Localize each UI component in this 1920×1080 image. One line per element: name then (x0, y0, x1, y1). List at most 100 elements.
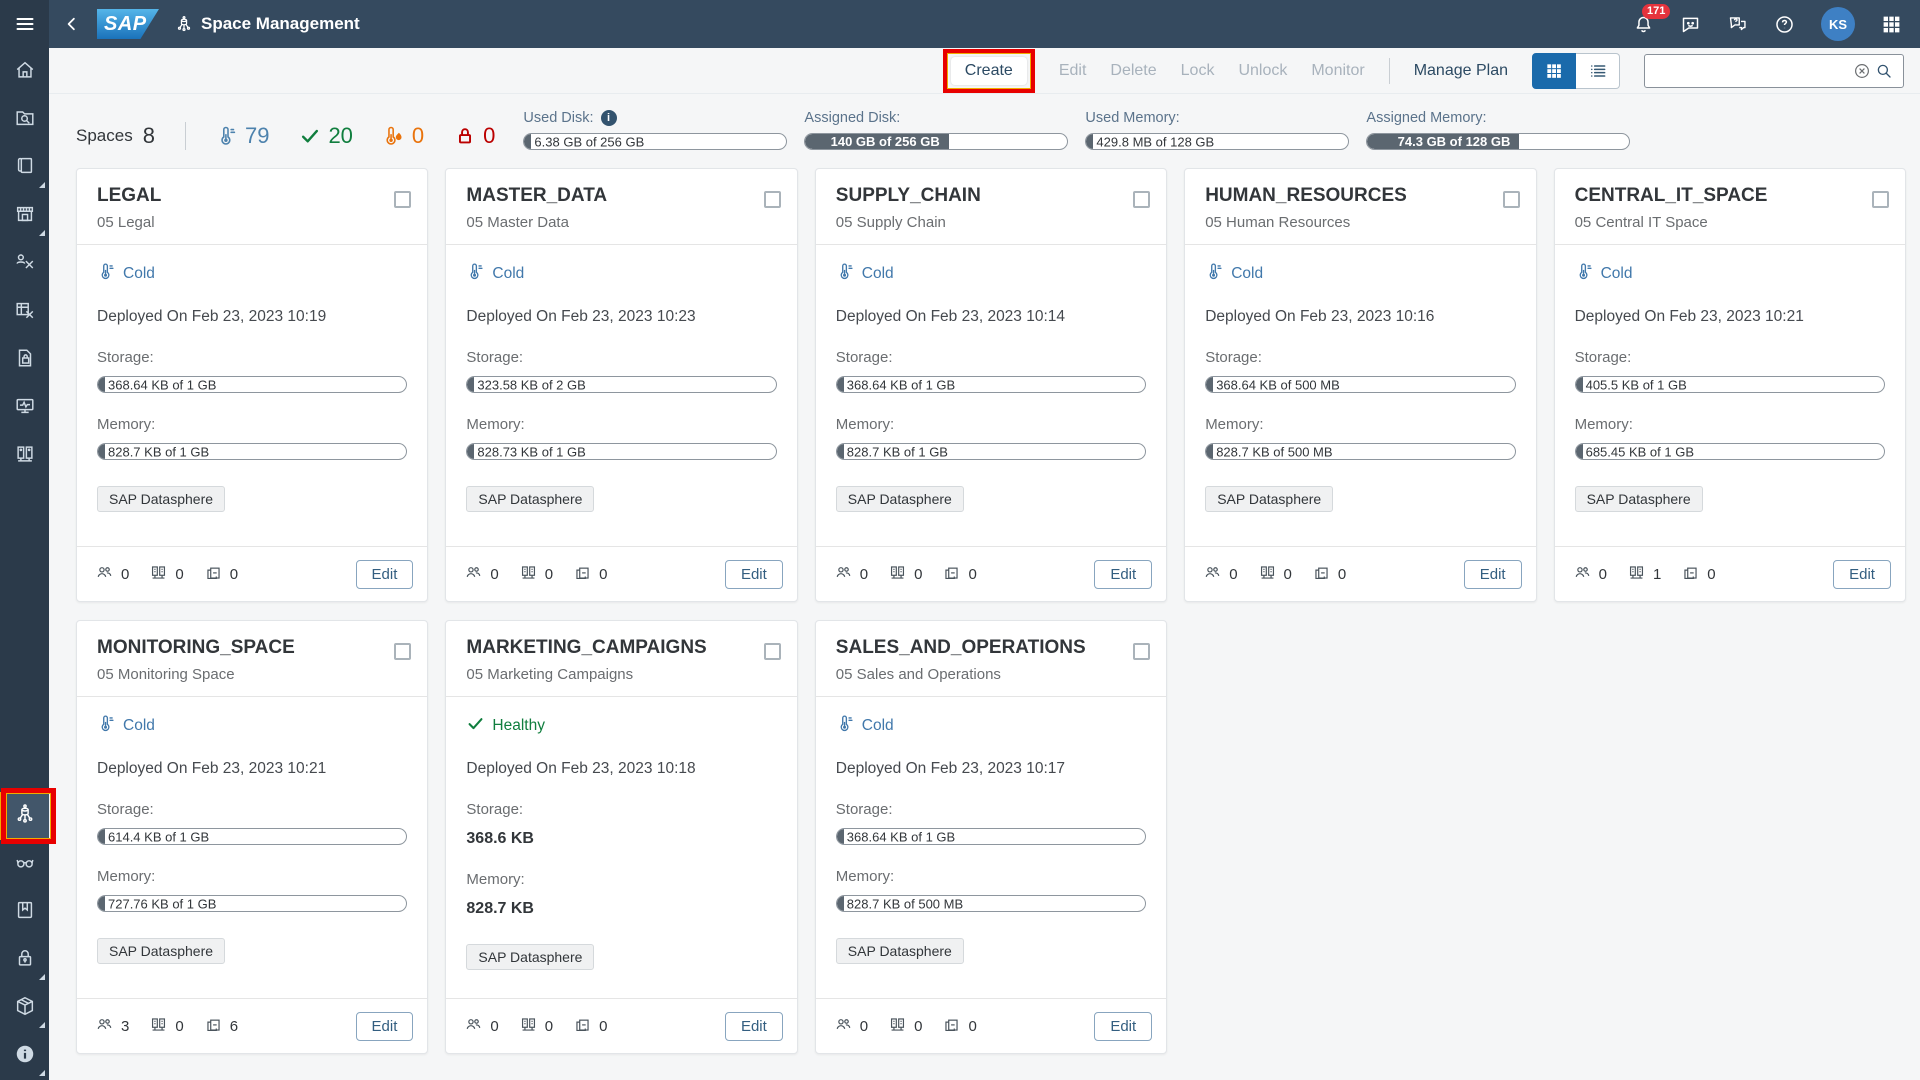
edit-space-button[interactable]: Edit (1094, 560, 1152, 589)
card-footer: 000Edit (1185, 546, 1535, 601)
sidebar-item-space-management[interactable] (0, 792, 49, 840)
menu-hamburger-icon[interactable] (0, 0, 49, 48)
space-description: 05 Central IT Space (1575, 214, 1768, 231)
card-body: ColdDeployed On Feb 23, 2023 10:19Storag… (77, 245, 427, 546)
space-description: 05 Monitoring Space (97, 666, 295, 683)
sidebar-item-transport[interactable] (0, 984, 49, 1032)
sidebar-item-business-builder[interactable] (0, 240, 49, 288)
usage-value: 828.7 KB of 500 MB (1216, 444, 1332, 459)
thermometer-cold-icon (97, 262, 116, 286)
list-view-icon[interactable] (1576, 53, 1620, 89)
card-footer: 306Edit (77, 998, 427, 1053)
space-select-checkbox[interactable] (1872, 191, 1889, 208)
usage-value: 368.6 KB (466, 830, 776, 848)
sidebar-item-data-consumption[interactable] (0, 840, 49, 888)
thermometer-cold-icon (216, 125, 238, 147)
space-name: SALES_AND_OPERATIONS (836, 637, 1086, 659)
bell-icon[interactable]: 171 (1633, 14, 1654, 35)
edit-space-button[interactable]: Edit (725, 1012, 783, 1041)
space-select-checkbox[interactable] (764, 643, 781, 660)
status-cold: Cold (836, 262, 1146, 286)
monitor-button[interactable]: Monitor (1311, 62, 1364, 80)
space-select-checkbox[interactable] (1503, 191, 1520, 208)
space-select-checkbox[interactable] (1133, 643, 1150, 660)
sidebar-item-about[interactable] (0, 1032, 49, 1080)
sidebar-item-repository-search[interactable] (0, 96, 49, 144)
sidebar-item-content-library[interactable] (0, 888, 49, 936)
search-input[interactable] (1653, 62, 1851, 79)
create-button[interactable]: Create (951, 57, 1027, 85)
app-launcher-icon[interactable] (1881, 14, 1902, 35)
sidebar-item-data-builder[interactable] (0, 288, 49, 336)
edit-space-button[interactable]: Edit (356, 560, 414, 589)
space-name: HUMAN_RESOURCES (1205, 185, 1407, 207)
count-connections: 0 (1312, 563, 1346, 586)
count-database-users: 0 (888, 563, 922, 586)
manage-plan-button[interactable]: Manage Plan (1414, 62, 1508, 80)
space-counters: Spaces 8 79 20 0 0 (76, 122, 495, 150)
chat-feedback-icon[interactable] (1680, 14, 1701, 35)
delete-button[interactable]: Delete (1110, 62, 1156, 80)
unlock-button[interactable]: Unlock (1238, 62, 1287, 80)
count-value: 0 (175, 566, 183, 583)
card-header: MARKETING_CAMPAIGNS05 Marketing Campaign… (446, 621, 796, 697)
quota-value: 6.38 GB of 256 GB (534, 134, 644, 149)
avatar[interactable]: KS (1821, 7, 1855, 41)
quota-label: Assigned Memory: (1366, 110, 1486, 126)
sidebar-item-connections[interactable] (0, 432, 49, 480)
main-column: SAP Space Management 171 KS (49, 0, 1920, 1080)
lock-button[interactable]: Lock (1181, 62, 1215, 80)
grid-view-icon[interactable] (1532, 53, 1576, 89)
status-label: Cold (492, 265, 524, 283)
usage-value: 828.7 KB (466, 900, 776, 918)
back-icon[interactable] (63, 15, 81, 33)
usage-value: 323.58 KB of 2 GB (477, 377, 585, 392)
sidebar-item-home[interactable] (0, 48, 49, 96)
count-connections: 6 (204, 1015, 238, 1038)
search-icon[interactable] (1873, 60, 1895, 82)
page-title: Space Management (201, 14, 360, 34)
discussion-icon[interactable] (1727, 14, 1748, 35)
sidebar-item-catalog[interactable] (0, 144, 49, 192)
view-toggle-group (1532, 53, 1620, 89)
edit-space-button[interactable]: Edit (1833, 560, 1891, 589)
space-select-checkbox[interactable] (394, 643, 411, 660)
count-value: 0 (968, 566, 976, 583)
sidebar-item-data-integration-monitor[interactable] (0, 384, 49, 432)
sidebar-item-security[interactable] (0, 936, 49, 984)
help-icon[interactable] (1774, 14, 1795, 35)
members-icon (1573, 563, 1592, 586)
count-members: 0 (834, 563, 868, 586)
clear-search-icon[interactable] (1851, 60, 1873, 82)
count-value: 0 (545, 1018, 553, 1035)
status-label: Cold (1601, 265, 1633, 283)
space-select-checkbox[interactable] (1133, 191, 1150, 208)
edit-space-button[interactable]: Edit (725, 560, 783, 589)
deployed-on: Deployed On Feb 23, 2023 10:21 (1575, 308, 1885, 326)
edit-space-button[interactable]: Edit (1094, 1012, 1152, 1041)
sidebar-top-group (0, 48, 49, 480)
storage-label: Storage: (97, 349, 407, 366)
edit-space-button[interactable]: Edit (1464, 560, 1522, 589)
card-footer: 000Edit (77, 546, 427, 601)
edit-button[interactable]: Edit (1059, 62, 1087, 80)
card-header: MONITORING_SPACE05 Monitoring Space (77, 621, 427, 697)
hot-counter: 0 (383, 123, 424, 149)
quota-used-memory: Used Memory:429.8 MB of 128 GB (1085, 110, 1349, 150)
product-tag: SAP Datasphere (1205, 486, 1333, 512)
database-users-icon (519, 563, 538, 586)
usage-bar: 368.64 KB of 1 GB (97, 376, 407, 393)
annotation-box-create: Create (943, 49, 1035, 93)
space-select-checkbox[interactable] (764, 191, 781, 208)
usage-bar: 323.58 KB of 2 GB (466, 376, 776, 393)
edit-space-button[interactable]: Edit (356, 1012, 414, 1041)
space-name: SUPPLY_CHAIN (836, 185, 981, 207)
sidebar-item-data-access-control[interactable] (0, 336, 49, 384)
space-select-checkbox[interactable] (394, 191, 411, 208)
space-description: 05 Sales and Operations (836, 666, 1086, 683)
card-header: LEGAL05 Legal (77, 169, 427, 245)
space-cards-grid: LEGAL05 LegalColdDeployed On Feb 23, 202… (49, 162, 1920, 1064)
thermometer-cold-icon (836, 714, 855, 738)
sidebar-item-marketplace[interactable] (0, 192, 49, 240)
info-icon[interactable]: i (601, 110, 617, 126)
